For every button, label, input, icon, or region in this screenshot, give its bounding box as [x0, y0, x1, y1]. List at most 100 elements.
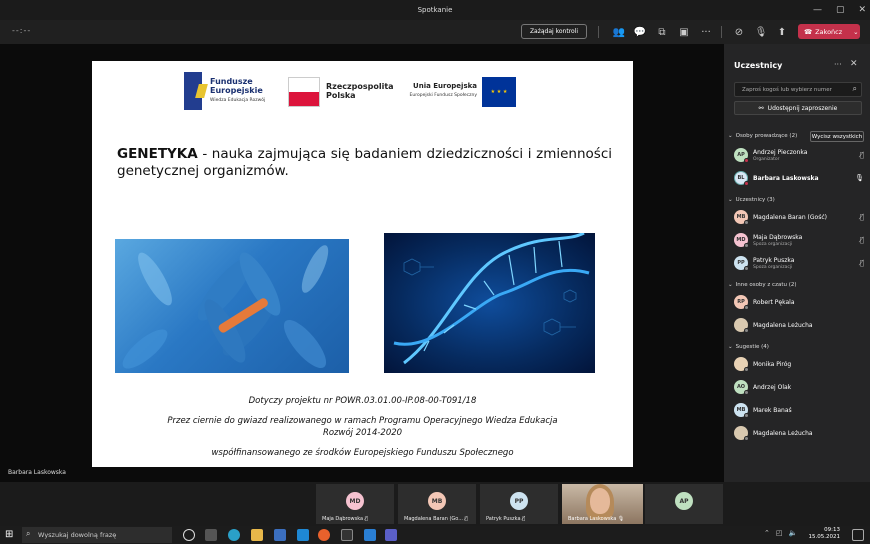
close-window-icon[interactable]: ✕: [858, 5, 866, 15]
participants-icon[interactable]: 👥: [612, 25, 626, 39]
share-screen-icon[interactable]: ⬆: [775, 25, 789, 39]
file-explorer-icon[interactable]: [251, 529, 263, 541]
participant-name: Patryk Puszka: [753, 257, 795, 264]
task-view-icon[interactable]: [205, 529, 217, 541]
share-invite-button[interactable]: ⚯ Udostępnij zaproszenie: [734, 101, 862, 115]
title-bar: Spotkanie — ▢ ✕: [0, 0, 870, 20]
tile-label: Barbara Laskowska 🎙: [568, 516, 625, 522]
windows-start-icon[interactable]: ⊞: [5, 529, 13, 540]
os-taskbar: ⊞ ⌕ Wyszukaj dowolną frazę ⌃ ◰ 🔈 09:13 1…: [0, 526, 870, 544]
participant-item[interactable]: BL Barbara Laskowska 🎙: [734, 169, 864, 189]
participant-item[interactable]: PP Patryk Puszka Spoza organizacji 🎙̸: [734, 254, 864, 274]
suggestion-item[interactable]: AO Andrzej Olak: [734, 378, 864, 398]
participants-panel: Uczestnicy ··· ✕ Zaproś kogoś lub wybier…: [724, 44, 870, 482]
slide-heading: GENETYKA - nauka zajmująca się badaniem …: [117, 146, 612, 180]
maximize-icon[interactable]: ▢: [836, 5, 845, 15]
teams-icon[interactable]: [385, 529, 397, 541]
chat-icon[interactable]: 💬: [633, 25, 647, 39]
participant-name: Maja Dąbrowska: [753, 234, 803, 241]
clock[interactable]: 09:13 15.05.2021: [809, 527, 841, 541]
participant-name: Robert Pękala: [753, 299, 795, 306]
participant-item[interactable]: MB Magdalena Baran (Gość) 🎙̸: [734, 208, 864, 228]
panel-title: Uczestnicy: [734, 61, 783, 70]
webcam-face: [590, 488, 610, 514]
video-tile[interactable]: AP: [645, 484, 723, 524]
mic-muted-icon: 🎙̸: [464, 516, 468, 522]
leave-button[interactable]: ☎ Zakończ ⌄: [798, 24, 860, 39]
minimize-icon[interactable]: —: [813, 5, 822, 15]
store-icon[interactable]: [274, 529, 286, 541]
status-dot: [744, 305, 749, 310]
eu-logo-text: Unia Europejska Europejski Fundusz Społe…: [409, 82, 477, 98]
terminal-icon[interactable]: [341, 529, 353, 541]
toolbar-divider: [721, 26, 722, 38]
more-actions-icon[interactable]: ···: [699, 25, 713, 39]
request-control-button[interactable]: Zażądaj kontroli: [521, 24, 587, 39]
cortana-icon[interactable]: [183, 529, 195, 541]
chevron-down-icon: ⌄: [728, 282, 733, 288]
tile-label: Maja Dąbrowska 🎙̸: [322, 516, 368, 522]
notification-center-icon[interactable]: [852, 529, 864, 541]
network-icon[interactable]: ◰: [776, 529, 783, 537]
status-dot: [744, 413, 749, 418]
close-icon[interactable]: ✕: [850, 59, 858, 69]
suggestion-item[interactable]: MB Marek Banaś: [734, 401, 864, 421]
video-tile[interactable]: MB Magdalena Baran (Go... 🎙̸: [398, 484, 476, 524]
status-dot: [744, 158, 749, 163]
avatar: MD: [346, 492, 364, 510]
invite-search-input[interactable]: Zaproś kogoś lub wybierz numer ⌕: [734, 82, 862, 97]
share-tray-icon[interactable]: ▣: [677, 25, 691, 39]
presentation-slide: Fundusze Europejskie Wiedza Edukacja Roz…: [92, 61, 633, 467]
participant-item[interactable]: AP Andrzej Pieczonka Organizator 🎙̸: [734, 146, 864, 166]
chevron-down-icon[interactable]: ⌄: [853, 28, 858, 36]
fundusze-europejskie-logo: Fundusze Europejskie Wiedza Edukacja Roz…: [184, 72, 265, 110]
chevron-up-icon[interactable]: ⌃: [764, 529, 770, 537]
participant-item[interactable]: MD Maja Dąbrowska Spoza organizacji 🎙̸: [734, 231, 864, 251]
video-tile[interactable]: MD Maja Dąbrowska 🎙̸: [316, 484, 394, 524]
vscode-icon[interactable]: [364, 529, 376, 541]
status-dot: [744, 181, 749, 186]
chromosome-image: [115, 239, 349, 373]
suggestion-item[interactable]: Magdalena Leżucha: [734, 424, 864, 444]
mic-on-icon: 🎙: [617, 516, 625, 522]
mail-icon[interactable]: [297, 529, 309, 541]
status-dot: [744, 436, 749, 441]
participant-name: Magdalena Baran (Gość): [753, 214, 827, 221]
section-attendees-toggle[interactable]: ⌄ Uczestnicy (3): [728, 197, 775, 203]
video-tile-live[interactable]: Barbara Laskowska 🎙: [562, 484, 643, 524]
mute-all-button[interactable]: Wycisz wszystkich: [810, 131, 864, 142]
firefox-icon[interactable]: [318, 529, 330, 541]
status-dot: [744, 243, 749, 248]
suggestion-item[interactable]: Monika Piróg: [734, 355, 864, 375]
section-presenters-toggle[interactable]: ⌄ Osoby prowadzące (2): [728, 133, 797, 139]
participant-item[interactable]: Magdalena Leżucha: [734, 316, 864, 336]
tile-label: Patryk Puszka 🎙̸: [486, 516, 526, 522]
mic-muted-icon: 🎙̸: [364, 516, 368, 522]
edge-icon[interactable]: [228, 529, 240, 541]
avatar: PP: [510, 492, 528, 510]
slide-caption-period: Rozwój 2014-2020: [322, 428, 403, 438]
section-chat-others-toggle[interactable]: ⌄ Inne osoby z czatu (2): [728, 282, 797, 288]
phone-icon: ☎: [804, 27, 813, 36]
toolbar-divider: [598, 26, 599, 38]
participant-name: Andrzej Pieczonka: [753, 149, 808, 156]
video-tile[interactable]: PP Patryk Puszka 🎙̸: [480, 484, 558, 524]
shared-screen-stage: Fundusze Europejskie Wiedza Edukacja Roz…: [0, 44, 724, 482]
slide-heading-bold: GENETYKA: [117, 146, 198, 162]
system-tray: ⌃ ◰ 🔈: [764, 529, 797, 537]
status-dot: [744, 390, 749, 395]
panel-more-icon[interactable]: ···: [834, 60, 842, 69]
mic-muted-icon: 🎙̸: [859, 259, 864, 267]
leave-label: Zakończ: [815, 27, 843, 36]
camera-off-icon[interactable]: ⊘: [732, 25, 746, 39]
section-suggestions-toggle[interactable]: ⌄ Sugestie (4): [728, 344, 769, 350]
slide-caption-funding: współfinansowanego ze środków Europejski…: [211, 448, 514, 458]
participant-item[interactable]: RP Robert Pękala: [734, 293, 864, 313]
tile-label: Magdalena Baran (Go... 🎙̸: [404, 516, 468, 522]
participant-role: Spoza organizacji: [753, 242, 793, 247]
taskbar-search-input[interactable]: ⌕ Wyszukaj dowolną frazę: [22, 527, 172, 543]
breakout-rooms-icon[interactable]: ⧉: [655, 25, 669, 39]
mic-off-icon[interactable]: 🎙: [754, 25, 768, 39]
volume-icon[interactable]: 🔈: [789, 529, 798, 537]
meeting-toolbar: --:-- Zażądaj kontroli 👥 💬 ⧉ ▣ ··· ⊘ 🎙 ⬆…: [0, 20, 870, 44]
